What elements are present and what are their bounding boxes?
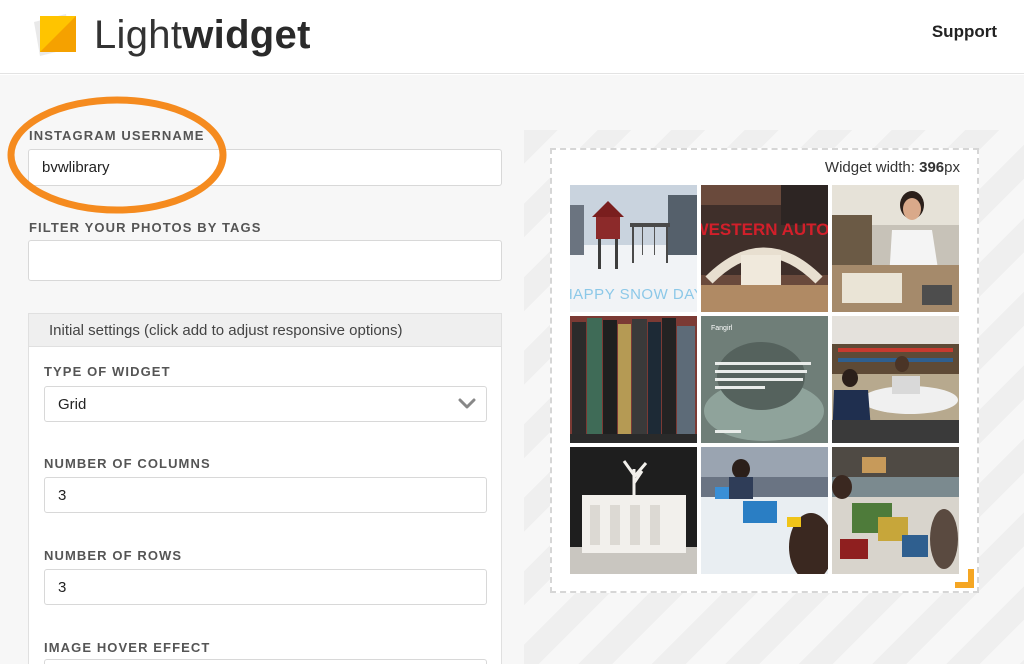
username-label: INSTAGRAM USERNAME	[29, 128, 205, 143]
students-tablets-image	[701, 447, 828, 574]
columns-value: 3	[58, 486, 67, 504]
hover-effect-select[interactable]	[44, 659, 487, 664]
photo-tile[interactable]	[832, 316, 959, 443]
snow-playground-image: HAPPY SNOW DAY	[570, 185, 697, 312]
brand-light-text: Light	[94, 13, 183, 57]
rows-label: NUMBER OF ROWS	[44, 548, 183, 563]
filter-tags-input[interactable]	[28, 240, 502, 281]
rows-input[interactable]: 3	[44, 569, 487, 605]
brand-bold-text: widget	[182, 13, 311, 57]
student-lab-coat-image	[832, 185, 959, 312]
craft-activity-image	[832, 447, 959, 574]
instagram-username-input[interactable]: bvwlibrary	[28, 149, 502, 186]
widget-type-label: TYPE OF WIDGET	[44, 364, 171, 379]
top-header: Lightwidget Support	[0, 0, 1024, 74]
width-unit: px	[944, 159, 960, 176]
widget-type-value: Grid	[58, 395, 87, 413]
photo-tile[interactable]	[832, 185, 959, 312]
tile-caption: Fangirl	[711, 325, 733, 332]
photo-tile[interactable]: WESTERN AUTO	[701, 185, 828, 312]
photo-tile[interactable]: Fangirl	[701, 316, 828, 443]
username-value: bvwlibrary	[42, 159, 110, 176]
widget-type-select[interactable]: Grid	[44, 386, 487, 422]
support-link[interactable]: Support	[932, 22, 997, 42]
tile-caption: WESTERN AUTO	[701, 220, 828, 239]
photo-tile[interactable]	[832, 447, 959, 574]
photo-grid: HAPPY SNOW DAY WESTERN AUTO	[570, 185, 960, 575]
width-prefix: Widget width:	[824, 159, 920, 176]
widget-width-readout: Widget width: 396px	[825, 159, 960, 176]
rows-value: 3	[58, 578, 67, 596]
library-study-image	[832, 316, 959, 443]
columns-label: NUMBER OF COLUMNS	[44, 456, 211, 471]
width-value: 396	[919, 159, 945, 176]
brand-name[interactable]: Lightwidget	[94, 12, 311, 58]
book-spines-image	[570, 316, 697, 443]
widget-preview: Widget width: 396px HAPPY SNOW DAY	[550, 148, 979, 593]
photo-tile[interactable]	[570, 447, 697, 574]
tile-caption: HAPPY SNOW DAY	[570, 286, 697, 303]
tags-label: FILTER YOUR PHOTOS BY TAGS	[29, 220, 262, 235]
photo-tile[interactable]	[701, 447, 828, 574]
western-auto-image: WESTERN AUTO	[701, 185, 828, 312]
chevron-down-icon	[458, 398, 476, 409]
photo-tile[interactable]: HAPPY SNOW DAY	[570, 185, 697, 312]
columns-input[interactable]: 3	[44, 477, 487, 513]
paper-model-image	[570, 447, 697, 574]
resize-handle-icon[interactable]	[951, 565, 977, 591]
hover-effect-label: IMAGE HOVER EFFECT	[44, 640, 211, 655]
photo-tile[interactable]	[570, 316, 697, 443]
lightwidget-logo-icon[interactable]	[32, 12, 82, 58]
quote-kitten-image: Fangirl	[701, 316, 828, 443]
settings-panel-header[interactable]: Initial settings (click add to adjust re…	[29, 314, 501, 347]
